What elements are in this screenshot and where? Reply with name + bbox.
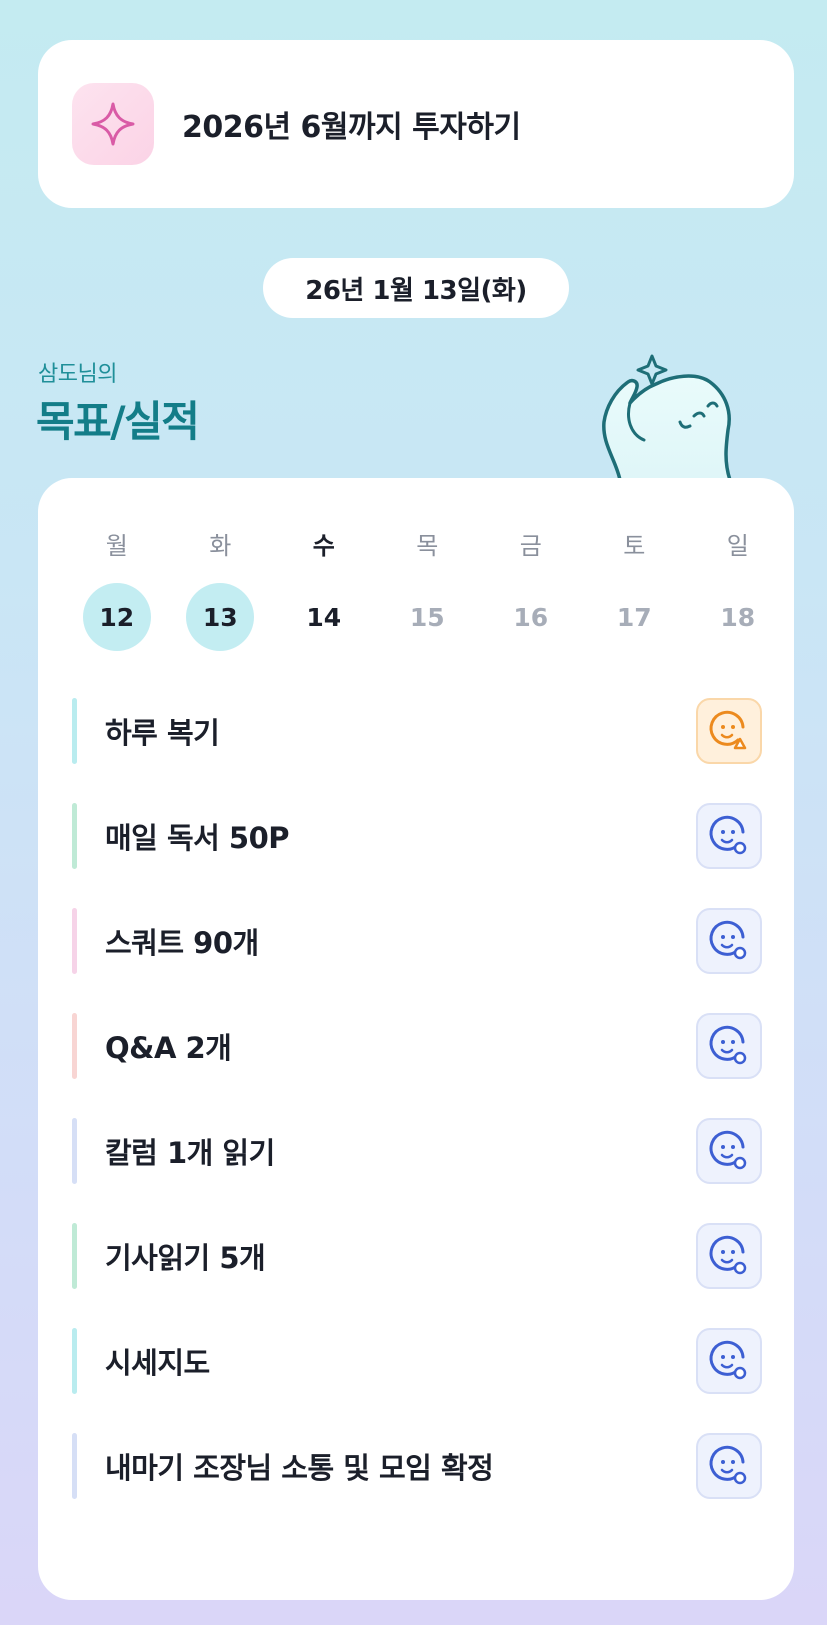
day-cell[interactable]: 17 bbox=[583, 583, 687, 651]
task-label: 칼럼 1개 읽기 bbox=[105, 1136, 275, 1170]
goal-card[interactable]: 2026년 6월까지 투자하기 bbox=[38, 40, 794, 208]
day-cell[interactable]: 16 bbox=[479, 583, 583, 651]
task-item[interactable]: 하루 복기 bbox=[72, 698, 762, 764]
task-label: 하루 복기 bbox=[105, 716, 220, 750]
weekday-label: 금 bbox=[519, 532, 542, 560]
task-color-bar bbox=[72, 1223, 77, 1289]
status-face-pending-button[interactable] bbox=[696, 1433, 762, 1499]
day-number: 13 bbox=[186, 583, 255, 651]
task-item[interactable]: Q&A 2개 bbox=[72, 1013, 762, 1079]
owner-label: 삼도님의 bbox=[38, 362, 117, 387]
smiley-pending-icon bbox=[709, 1235, 747, 1275]
task-item[interactable]: 기사읽기 5개 bbox=[72, 1223, 762, 1289]
task-item[interactable]: 시세지도 bbox=[72, 1328, 762, 1394]
weekday-label: 월 bbox=[105, 532, 128, 560]
day-cell[interactable]: 18 bbox=[686, 583, 790, 651]
sparkle-icon bbox=[72, 83, 154, 165]
weekday-label: 목 bbox=[416, 532, 439, 560]
day-number: 17 bbox=[616, 602, 652, 632]
status-face-pending-button[interactable] bbox=[696, 1118, 762, 1184]
smiley-pending-icon bbox=[709, 920, 747, 960]
task-color-bar bbox=[72, 908, 77, 974]
status-face-pending-button[interactable] bbox=[696, 803, 762, 869]
status-face-warning-button[interactable] bbox=[696, 698, 762, 764]
smiley-pending-icon bbox=[709, 1340, 747, 1380]
day-number: 12 bbox=[82, 583, 151, 651]
task-label: 매일 독서 50P bbox=[105, 821, 290, 855]
task-item[interactable]: 칼럼 1개 읽기 bbox=[72, 1118, 762, 1184]
weekday-label: 일 bbox=[726, 532, 749, 560]
weekday-label-today: 수 bbox=[312, 532, 335, 560]
date-pill[interactable]: 26년 1월 13일(화) bbox=[263, 258, 569, 318]
mascot-illustration bbox=[602, 354, 732, 480]
weekday-label: 토 bbox=[623, 532, 646, 560]
task-label: 기사읽기 5개 bbox=[105, 1241, 266, 1275]
date-row: 12 13 14 15 16 17 18 bbox=[65, 583, 790, 651]
day-cell[interactable]: 13 bbox=[169, 583, 273, 651]
weekday-row: 월 화 수 목 금 토 일 bbox=[65, 526, 790, 561]
goal-title: 2026년 6월까지 투자하기 bbox=[182, 110, 521, 145]
smiley-pending-icon bbox=[709, 1445, 747, 1485]
status-face-pending-button[interactable] bbox=[696, 908, 762, 974]
status-face-pending-button[interactable] bbox=[696, 1013, 762, 1079]
weekday-label: 화 bbox=[209, 532, 232, 560]
task-color-bar bbox=[72, 803, 77, 869]
task-color-bar bbox=[72, 1433, 77, 1499]
task-color-bar bbox=[72, 1118, 77, 1184]
task-color-bar bbox=[72, 1013, 77, 1079]
smiley-warning-icon bbox=[709, 710, 747, 750]
day-number: 16 bbox=[513, 602, 549, 632]
page-title: 목표/실적 bbox=[36, 397, 200, 446]
task-label: Q&A 2개 bbox=[105, 1031, 232, 1065]
task-label: 내마기 조장님 소통 및 모임 확정 bbox=[105, 1451, 494, 1485]
task-item[interactable]: 내마기 조장님 소통 및 모임 확정 bbox=[72, 1433, 762, 1499]
day-cell[interactable]: 12 bbox=[65, 583, 169, 651]
goal-tracker-card: 월 화 수 목 금 토 일 12 13 14 15 16 17 18 하루 복기… bbox=[38, 478, 794, 1600]
smiley-pending-icon bbox=[709, 815, 747, 855]
task-color-bar bbox=[72, 698, 77, 764]
smiley-pending-icon bbox=[709, 1025, 747, 1065]
task-label: 스쿼트 90개 bbox=[105, 926, 259, 960]
task-color-bar bbox=[72, 1328, 77, 1394]
status-face-pending-button[interactable] bbox=[696, 1223, 762, 1289]
day-cell-today[interactable]: 14 bbox=[272, 583, 376, 651]
task-label: 시세지도 bbox=[105, 1346, 210, 1380]
smiley-pending-icon bbox=[709, 1130, 747, 1170]
day-cell[interactable]: 15 bbox=[376, 583, 480, 651]
status-face-pending-button[interactable] bbox=[696, 1328, 762, 1394]
day-number: 14 bbox=[306, 602, 342, 632]
day-number: 15 bbox=[409, 602, 445, 632]
day-number: 18 bbox=[720, 602, 756, 632]
task-item[interactable]: 매일 독서 50P bbox=[72, 803, 762, 869]
task-item[interactable]: 스쿼트 90개 bbox=[72, 908, 762, 974]
